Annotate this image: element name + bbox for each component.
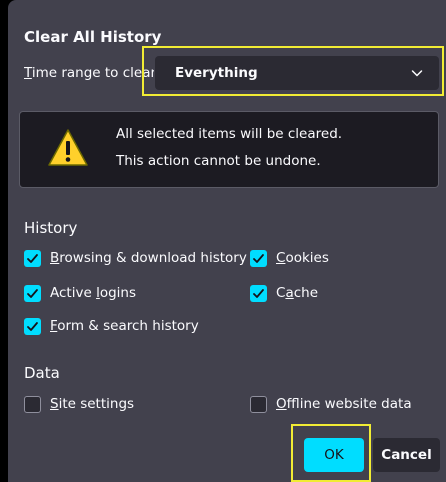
checkmark-icon — [27, 253, 38, 263]
checkbox-label-text: ffline website data — [286, 396, 412, 412]
checkbox-label: Browsing & download history — [50, 250, 247, 266]
time-range-selected-value: Everything — [175, 65, 258, 81]
warning-text-line1: All selected items will be cleared. — [116, 126, 343, 142]
history-section-heading: History — [24, 219, 78, 237]
checkbox-offline-website-data[interactable]: Offline website data — [250, 394, 412, 414]
checkmark-icon — [27, 321, 38, 331]
checkbox-label-text: orm & search history — [57, 318, 199, 334]
checkbox-box[interactable] — [24, 395, 41, 413]
checkbox-form-search-history[interactable]: Form & search history — [24, 316, 199, 336]
checkbox-label-text: ite settings — [58, 396, 135, 412]
checkbox-cache[interactable]: Cache — [250, 283, 318, 303]
warning-box: All selected items will be cleared. This… — [19, 111, 439, 188]
checkbox-label: Cookies — [276, 250, 329, 266]
ok-button[interactable]: OK — [304, 438, 364, 472]
dialog-title: Clear All History — [24, 28, 162, 46]
checkbox-label: Offline website data — [276, 396, 412, 412]
checkmark-icon — [27, 288, 38, 298]
data-section-heading: Data — [24, 364, 60, 382]
checkmark-icon — [253, 288, 264, 298]
cancel-button[interactable]: Cancel — [373, 438, 440, 472]
checkbox-label-accesskey: O — [276, 396, 287, 412]
checkbox-label-text: ookies — [285, 250, 329, 266]
checkbox-label-text: che — [293, 285, 319, 301]
clear-history-dialog: Clear All History Time range to clear: E… — [8, 0, 446, 482]
checkbox-label-accesskey: S — [50, 396, 59, 412]
checkbox-box[interactable] — [250, 284, 267, 302]
warning-triangle-icon — [48, 129, 88, 166]
time-range-dropdown[interactable]: Everything — [155, 56, 439, 90]
checkbox-browsing-download-history[interactable]: Browsing & download history — [24, 248, 247, 268]
time-range-label-accesskey: T — [24, 65, 32, 81]
chevron-down-icon — [411, 70, 423, 77]
time-range-label: Time range to clear: — [24, 65, 154, 81]
checkbox-site-settings[interactable]: Site settings — [24, 394, 134, 414]
time-range-label-text: ime range to clear: — [31, 65, 154, 81]
checkmark-icon — [253, 253, 264, 263]
checkbox-box[interactable] — [250, 395, 267, 413]
checkbox-label: Site settings — [50, 396, 134, 412]
checkbox-cookies[interactable]: Cookies — [250, 248, 329, 268]
checkbox-box[interactable] — [24, 284, 41, 302]
checkbox-box[interactable] — [24, 317, 41, 335]
checkbox-label-accesskey: B — [50, 250, 60, 266]
checkbox-box[interactable] — [24, 249, 41, 267]
checkbox-label: Form & search history — [50, 318, 199, 334]
warning-text-line2: This action cannot be undone. — [116, 153, 321, 169]
checkbox-label-text: rowsing & download history — [59, 250, 247, 266]
checkbox-box[interactable] — [250, 249, 267, 267]
checkbox-label-prefix: Active — [50, 285, 97, 301]
checkbox-label: Cache — [276, 285, 318, 301]
checkbox-label-accesskey: a — [285, 285, 294, 301]
checkbox-label: Active logins — [50, 285, 136, 301]
checkbox-active-logins[interactable]: Active logins — [24, 283, 136, 303]
checkbox-label-text: ogins — [99, 285, 136, 301]
